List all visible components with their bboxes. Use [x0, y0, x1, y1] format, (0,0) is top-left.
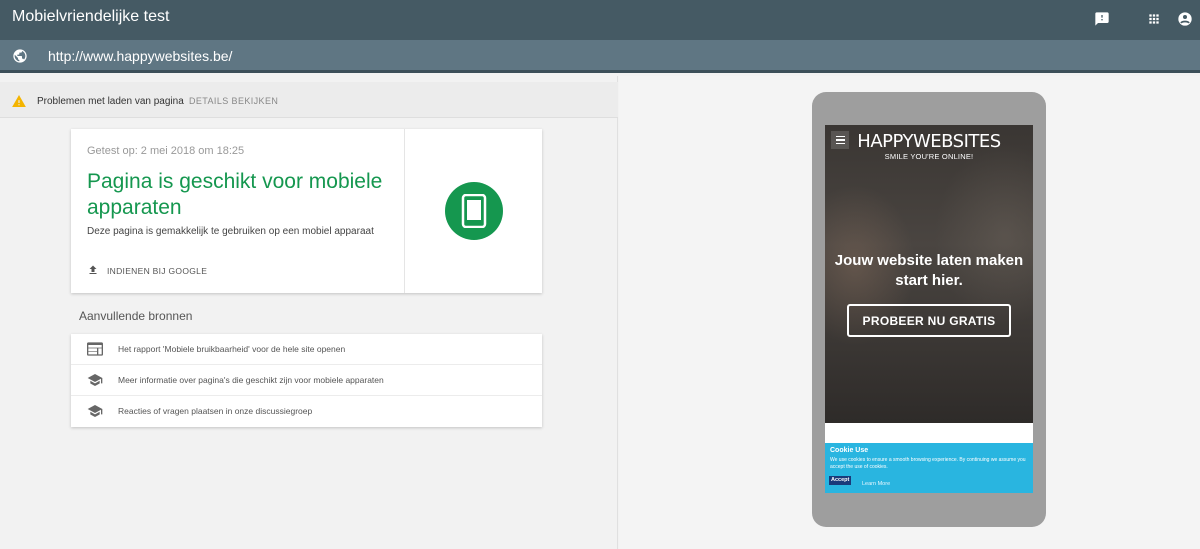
upload-icon	[87, 264, 99, 278]
url-bar[interactable]: http://www.happywebsites.be/	[0, 40, 1200, 73]
feedback-icon[interactable]	[1091, 8, 1113, 30]
warning-icon	[12, 94, 26, 112]
cookie-banner: Cookie Use We use cookies to ensure a sm…	[825, 443, 1033, 493]
resource-label: Het rapport 'Mobiele bruikbaarheid' voor…	[118, 344, 346, 354]
school-icon	[87, 373, 103, 387]
resources-list: Het rapport 'Mobiele bruikbaarheid' voor…	[71, 334, 542, 427]
submit-label: INDIENEN BIJ GOOGLE	[107, 266, 208, 276]
resource-label: Meer informatie over pagina's die geschi…	[118, 375, 384, 385]
result-headline: Pagina is geschikt voor mobiele apparate…	[87, 170, 383, 219]
app-header: Mobielvriendelijke test	[0, 0, 1200, 40]
cookie-text: We use cookies to ensure a smooth browsi…	[830, 457, 1026, 470]
results-panel: Problemen met laden van pagina DETAILS B…	[0, 76, 618, 549]
apps-grid-icon[interactable]	[1143, 8, 1165, 30]
cta-button[interactable]: PROBEER NU GRATIS	[847, 304, 1011, 337]
resource-item-discussion[interactable]: Reacties of vragen plaatsen in onze disc…	[71, 396, 542, 427]
cookie-title: Cookie Use	[830, 447, 869, 454]
logo-title: HAPPYWEBSITES	[857, 131, 1001, 152]
submit-to-google-button[interactable]: INDIENEN BIJ GOOGLE	[87, 264, 207, 278]
resource-item-report[interactable]: Het rapport 'Mobiele bruikbaarheid' voor…	[71, 334, 542, 365]
app-title: Mobielvriendelijke test	[12, 8, 170, 25]
details-link[interactable]: DETAILS BEKIJKEN	[189, 96, 278, 106]
mobile-phone-icon	[445, 182, 503, 240]
url-text[interactable]: http://www.happywebsites.be/	[48, 48, 232, 64]
globe-icon	[12, 48, 28, 64]
phone-frame: HAPPYWEBSITES SMILE YOU'RE ONLINE! Jouw …	[812, 92, 1046, 527]
warning-text: Problemen met laden van pagina	[37, 96, 184, 107]
hero-heading: Jouw website laten maken start hier.	[834, 252, 1024, 289]
card-divider	[404, 129, 405, 293]
resource-item-learn-more[interactable]: Meer informatie over pagina's die geschi…	[71, 365, 542, 396]
resource-label: Reacties of vragen plaatsen in onze disc…	[118, 406, 313, 416]
school-icon	[87, 404, 103, 418]
account-icon[interactable]	[1174, 8, 1196, 30]
warning-bar: Problemen met laden van pagina DETAILS B…	[0, 82, 618, 118]
result-card: Getest op: 2 mei 2018 om 18:25 Pagina is…	[71, 129, 542, 293]
resources-title: Aanvullende bronnen	[79, 309, 193, 323]
preview-panel: HAPPYWEBSITES SMILE YOU'RE ONLINE! Jouw …	[619, 76, 1200, 549]
tested-on-text: Getest op: 2 mei 2018 om 18:25	[87, 145, 245, 157]
phone-screen[interactable]: HAPPYWEBSITES SMILE YOU'RE ONLINE! Jouw …	[825, 125, 1033, 493]
site-logo[interactable]: HAPPYWEBSITES SMILE YOU'RE ONLINE!	[825, 131, 1033, 161]
cookie-learn-more-link[interactable]: Learn More	[862, 481, 890, 487]
result-description: Deze pagina is gemakkelijk te gebruiken …	[87, 226, 374, 237]
logo-tagline: SMILE YOU'RE ONLINE!	[884, 152, 974, 161]
web-report-icon	[87, 342, 103, 356]
cookie-accept-button[interactable]: Accept	[829, 476, 852, 485]
